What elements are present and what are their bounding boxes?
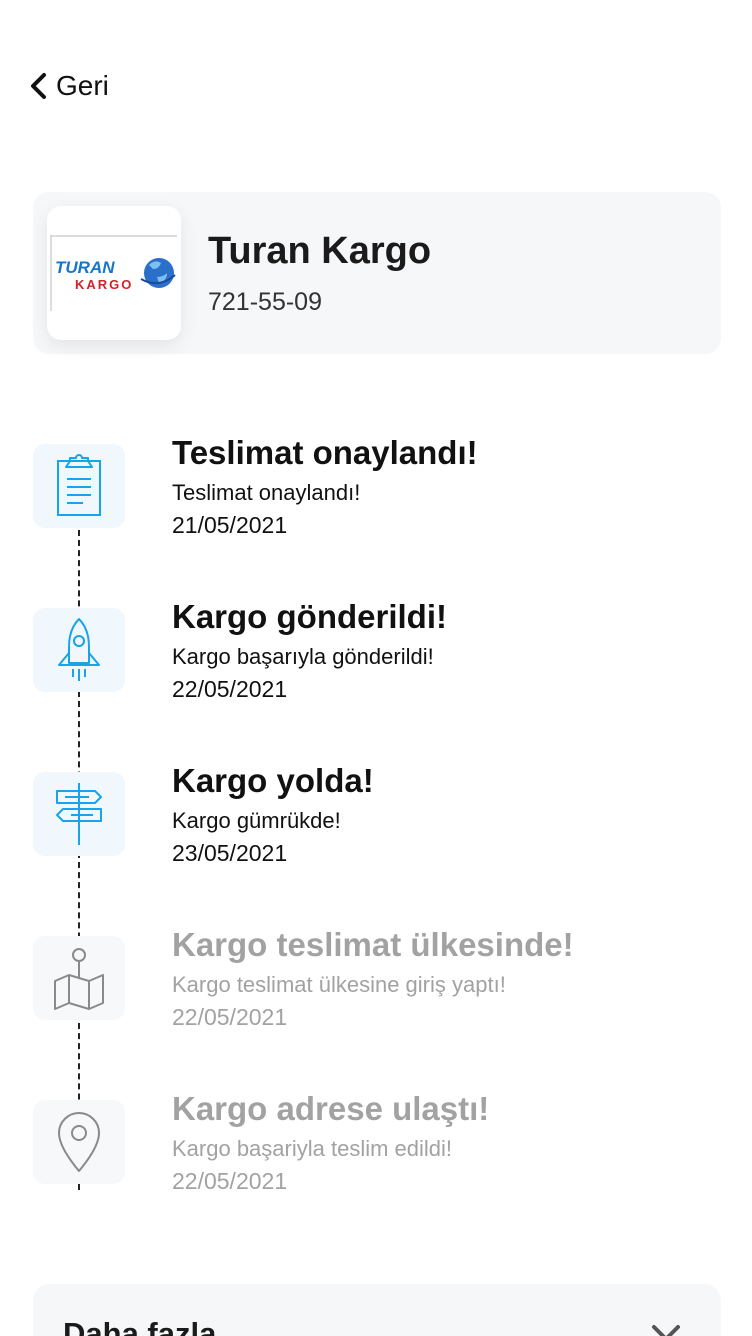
step-date: 22/05/2021 [172, 676, 288, 702]
back-label: Geri [56, 70, 109, 101]
carrier-name: Turan Kargo [208, 230, 432, 272]
step-date: 22/05/2021 [172, 1004, 288, 1030]
step-description: Kargo başariyla teslim edildi! [172, 1136, 453, 1161]
step-description: Kargo teslimat ülkesine giriş yaptı! [172, 972, 506, 997]
map-pin-icon [33, 936, 125, 1020]
step-description: Kargo başarıyla gönderildi! [172, 644, 434, 669]
step-description: Kargo gümrükde! [172, 808, 341, 833]
logo-wordmark-bottom: KARGO [75, 277, 133, 292]
carrier-phone: 721-55-09 [208, 288, 322, 316]
timeline-step: Teslimat onaylandı! Teslimat onaylandı! … [0, 430, 752, 570]
step-date: 23/05/2021 [172, 840, 288, 866]
shipment-tracking-screen: Geri TURAN KARGO Turan Kargo 721-55-09 T… [0, 0, 752, 1336]
step-title: Kargo gönderildi! [172, 598, 447, 635]
rocket-icon [33, 608, 125, 692]
chevron-down-icon[interactable] [651, 1324, 681, 1336]
step-date: 22/05/2021 [172, 1168, 288, 1194]
timeline-step: Kargo gönderildi! Kargo başarıyla gönder… [0, 594, 752, 734]
clipboard-icon [33, 444, 125, 528]
timeline-step: Kargo yolda! Kargo gümrükde! 23/05/2021 [0, 758, 752, 898]
timeline-step: Kargo teslimat ülkesinde! Kargo teslimat… [0, 922, 752, 1062]
back-button[interactable]: Geri [28, 66, 109, 106]
location-icon [33, 1100, 125, 1184]
step-date: 21/05/2021 [172, 512, 288, 538]
step-title: Kargo teslimat ülkesinde! [172, 926, 574, 963]
step-title: Kargo yolda! [172, 762, 374, 799]
logo-wordmark-top: TURAN [55, 258, 115, 277]
carrier-card: TURAN KARGO Turan Kargo 721-55-09 [33, 192, 721, 354]
chevron-left-icon [28, 72, 48, 100]
signpost-icon [33, 772, 125, 856]
more-details-panel[interactable]: Daha fazla [33, 1284, 721, 1336]
timeline-step: Kargo adrese ulaştı! Kargo başariyla tes… [0, 1086, 752, 1226]
step-title: Teslimat onaylandı! [172, 434, 478, 471]
more-label: Daha fazla [63, 1316, 217, 1336]
carrier-logo: TURAN KARGO [47, 206, 181, 340]
step-description: Teslimat onaylandı! [172, 480, 361, 505]
step-title: Kargo adrese ulaştı! [172, 1090, 490, 1127]
